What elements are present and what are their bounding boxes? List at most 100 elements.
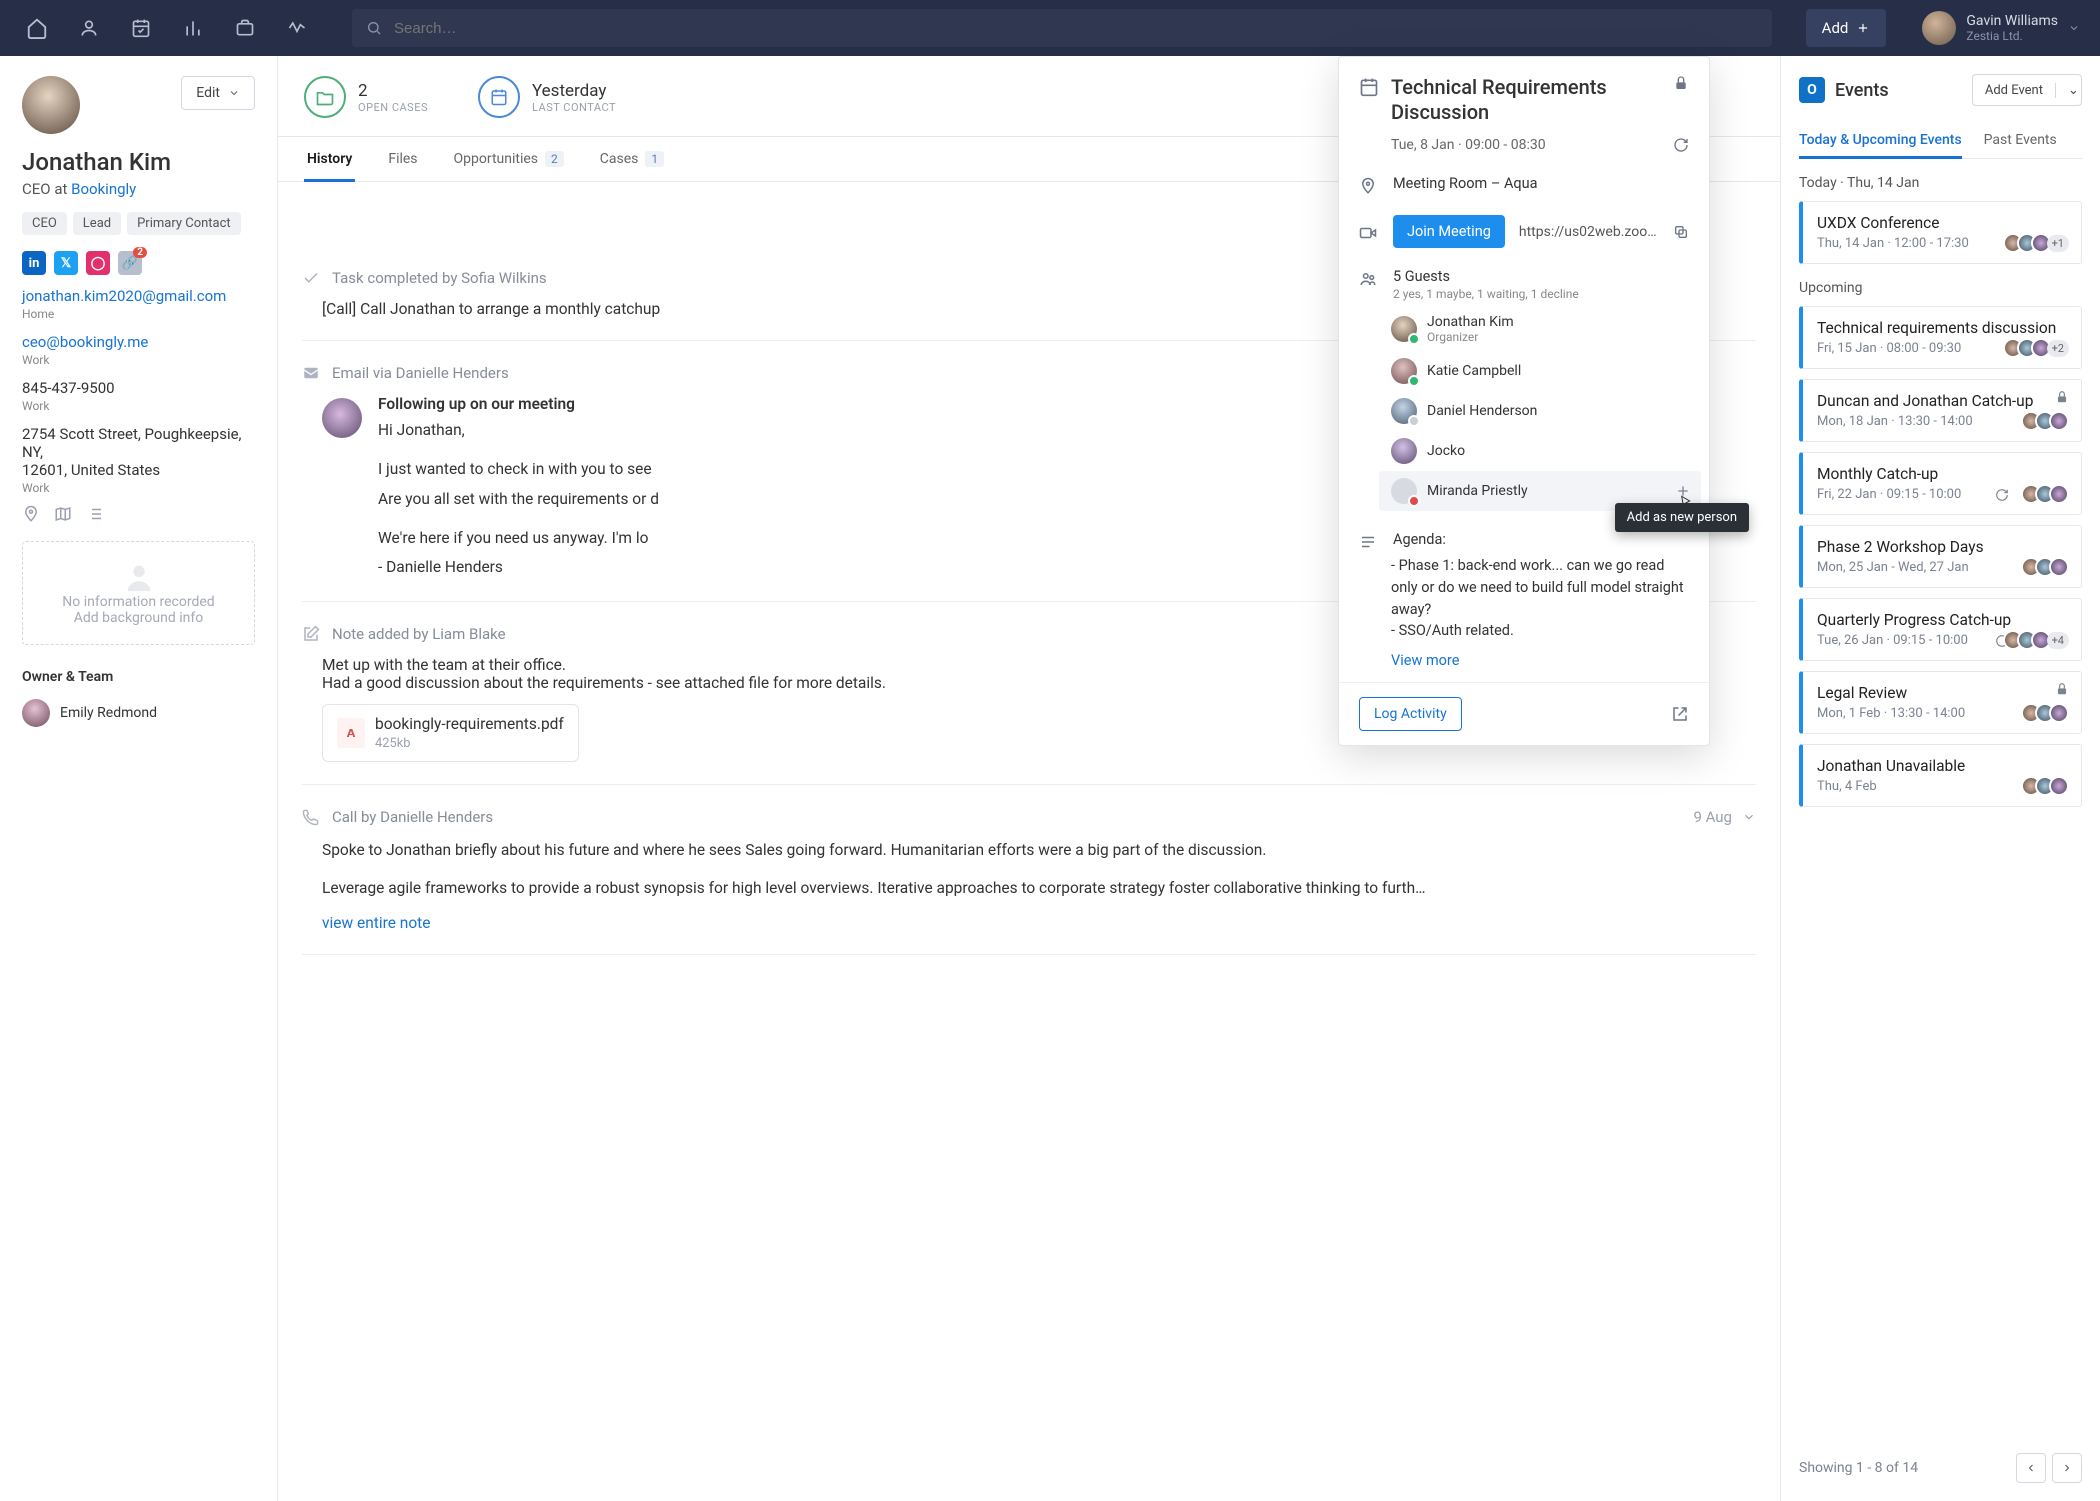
tag[interactable]: Primary Contact <box>127 212 241 235</box>
add-button[interactable]: Add <box>1806 9 1887 47</box>
file-attachment[interactable]: 𝗔 bookingly-requirements.pdf425kb <box>322 704 579 762</box>
phone-value[interactable]: 845-437-9500 <box>22 379 255 397</box>
open-cases-stat[interactable]: 2OPEN CASES <box>304 76 428 136</box>
prev-page-button[interactable] <box>2016 1453 2046 1483</box>
event-card[interactable]: Jonathan UnavailableThu, 4 Feb <box>1799 744 2082 807</box>
pager-text: Showing 1 - 8 of 14 <box>1799 1460 1918 1476</box>
event-title: Technical Requirements Discussion <box>1391 75 1661 125</box>
event-card[interactable]: Monthly Catch-upFri, 22 Jan · 09:15 - 10… <box>1799 452 2082 515</box>
tab-today-upcoming[interactable]: Today & Upcoming Events <box>1799 122 1962 158</box>
pagination: Showing 1 - 8 of 14 <box>1799 1453 2082 1483</box>
contact-sidebar: Edit Jonathan Kim CEO at Bookingly CEO L… <box>0 56 278 1501</box>
attendee-avatars: +1 <box>2009 233 2069 253</box>
map-icon[interactable] <box>54 505 72 523</box>
mail-icon <box>302 363 322 383</box>
link-icon[interactable]: 🔗2 <box>118 251 142 275</box>
external-link-icon[interactable] <box>1671 705 1689 723</box>
company-link[interactable]: Bookingly <box>71 180 136 198</box>
more-badge: +1 <box>2047 235 2069 252</box>
guest-row[interactable]: Jocko <box>1391 431 1689 471</box>
event-title: Technical requirements discussion <box>1817 319 2067 337</box>
event-title: UXDX Conference <box>1817 214 2067 232</box>
phone-icon <box>302 807 322 827</box>
email-work-link[interactable]: ceo@bookingly.me <box>22 333 255 351</box>
view-more-link[interactable]: View more <box>1391 652 1459 669</box>
address-value: 2754 Scott Street, Poughkeepsie, NY,1260… <box>22 425 255 479</box>
tab-opportunities[interactable]: Opportunities2 <box>451 137 567 181</box>
user-org: Zestia Ltd. <box>1966 29 2058 43</box>
global-search[interactable] <box>352 9 1772 47</box>
email-home-link[interactable]: jonathan.kim2020@gmail.com <box>22 287 255 305</box>
notes-icon <box>1359 533 1379 551</box>
attendee-avatars <box>2027 484 2069 504</box>
refresh-icon[interactable] <box>1673 137 1689 153</box>
location-icon <box>1359 177 1379 195</box>
pdf-icon: 𝗔 <box>337 718 365 748</box>
guest-row[interactable]: Katie Campbell <box>1391 351 1689 391</box>
bar-chart-icon[interactable] <box>176 11 210 45</box>
chevron-down-icon[interactable] <box>1742 810 1756 824</box>
tag[interactable]: Lead <box>73 212 121 235</box>
event-card[interactable]: Duncan and Jonathan Catch-upMon, 18 Jan … <box>1799 379 2082 442</box>
event-title: Monthly Catch-up <box>1817 465 2067 483</box>
events-title: Events <box>1835 80 1889 101</box>
event-card[interactable]: Phase 2 Workshop DaysMon, 25 Jan - Wed, … <box>1799 525 2082 588</box>
event-title: Quarterly Progress Catch-up <box>1817 611 2067 629</box>
chevron-down-icon <box>228 87 240 99</box>
attendee-avatars <box>2027 557 2069 577</box>
home-icon[interactable] <box>20 11 54 45</box>
activity-icon[interactable] <box>280 11 314 45</box>
calendar-icon <box>1359 77 1379 125</box>
event-card[interactable]: Technical requirements discussionFri, 15… <box>1799 306 2082 369</box>
chevron-down-icon[interactable]: ⌄ <box>2055 83 2081 98</box>
event-card[interactable]: Legal ReviewMon, 1 Feb · 13:30 - 14:00 <box>1799 671 2082 734</box>
guests-title: 5 Guests <box>1393 268 1579 285</box>
log-activity-button[interactable]: Log Activity <box>1359 697 1462 731</box>
history-entry-call: Call by Danielle Henders 9 Aug Spoke to … <box>302 785 1756 955</box>
guest-row[interactable]: Jonathan KimOrganizer <box>1391 307 1689 351</box>
attendee-avatars <box>2027 411 2069 431</box>
event-location: Meeting Room – Aqua <box>1393 175 1538 192</box>
view-entire-note-link[interactable]: view entire note <box>322 914 430 932</box>
join-meeting-button[interactable]: Join Meeting <box>1393 215 1505 248</box>
outlook-icon: O <box>1799 77 1825 103</box>
edit-button[interactable]: Edit <box>181 76 255 110</box>
plus-icon <box>1856 21 1870 35</box>
meeting-url[interactable]: https://us02web.zoom.us/j/... <box>1519 224 1659 240</box>
note-icon <box>302 624 322 644</box>
tab-history[interactable]: History <box>304 137 355 181</box>
recurring-icon <box>1995 488 2009 502</box>
events-panel: O Events Add Event⌄ Today & Upcoming Even… <box>1780 56 2100 1501</box>
attendee-avatars: +4 <box>2009 630 2069 650</box>
contact-avatar <box>22 76 80 134</box>
last-contact-stat[interactable]: YesterdayLAST CONTACT <box>478 76 616 136</box>
event-card[interactable]: UXDX ConferenceThu, 14 Jan · 12:00 - 17:… <box>1799 201 2082 264</box>
guest-row[interactable]: Daniel Henderson <box>1391 391 1689 431</box>
linkedin-icon[interactable]: in <box>22 251 46 275</box>
calendar-check-icon[interactable] <box>124 11 158 45</box>
instagram-icon[interactable]: ◯ <box>86 251 110 275</box>
tab-files[interactable]: Files <box>385 137 420 181</box>
pin-icon[interactable] <box>22 505 40 523</box>
owner-row[interactable]: Emily Redmond <box>22 699 255 727</box>
video-icon <box>1359 224 1379 242</box>
event-card[interactable]: Quarterly Progress Catch-upTue, 26 Jan ·… <box>1799 598 2082 661</box>
briefcase-icon[interactable] <box>228 11 262 45</box>
add-event-button[interactable]: Add Event⌄ <box>1972 74 2082 106</box>
event-title: Jonathan Unavailable <box>1817 757 2067 775</box>
event-title: Duncan and Jonathan Catch-up <box>1817 392 2067 410</box>
tab-cases[interactable]: Cases1 <box>597 137 667 181</box>
twitter-icon[interactable]: 𝕏 <box>54 251 78 275</box>
tooltip: Add as new person <box>1615 503 1749 532</box>
tag[interactable]: CEO <box>22 212 67 235</box>
list-icon[interactable] <box>86 505 104 523</box>
copy-icon[interactable] <box>1673 224 1689 240</box>
tab-past-events[interactable]: Past Events <box>1984 122 2057 158</box>
search-input[interactable] <box>394 20 1758 37</box>
guest-row-miranda[interactable]: Miranda Priestly Add as new person <box>1379 471 1701 511</box>
add-person-icon[interactable] <box>1675 483 1691 499</box>
person-icon[interactable] <box>72 11 106 45</box>
user-menu[interactable]: Gavin WilliamsZestia Ltd. <box>1922 11 2080 45</box>
background-placeholder[interactable]: No information recorded Add background i… <box>22 541 255 645</box>
next-page-button[interactable] <box>2052 1453 2082 1483</box>
